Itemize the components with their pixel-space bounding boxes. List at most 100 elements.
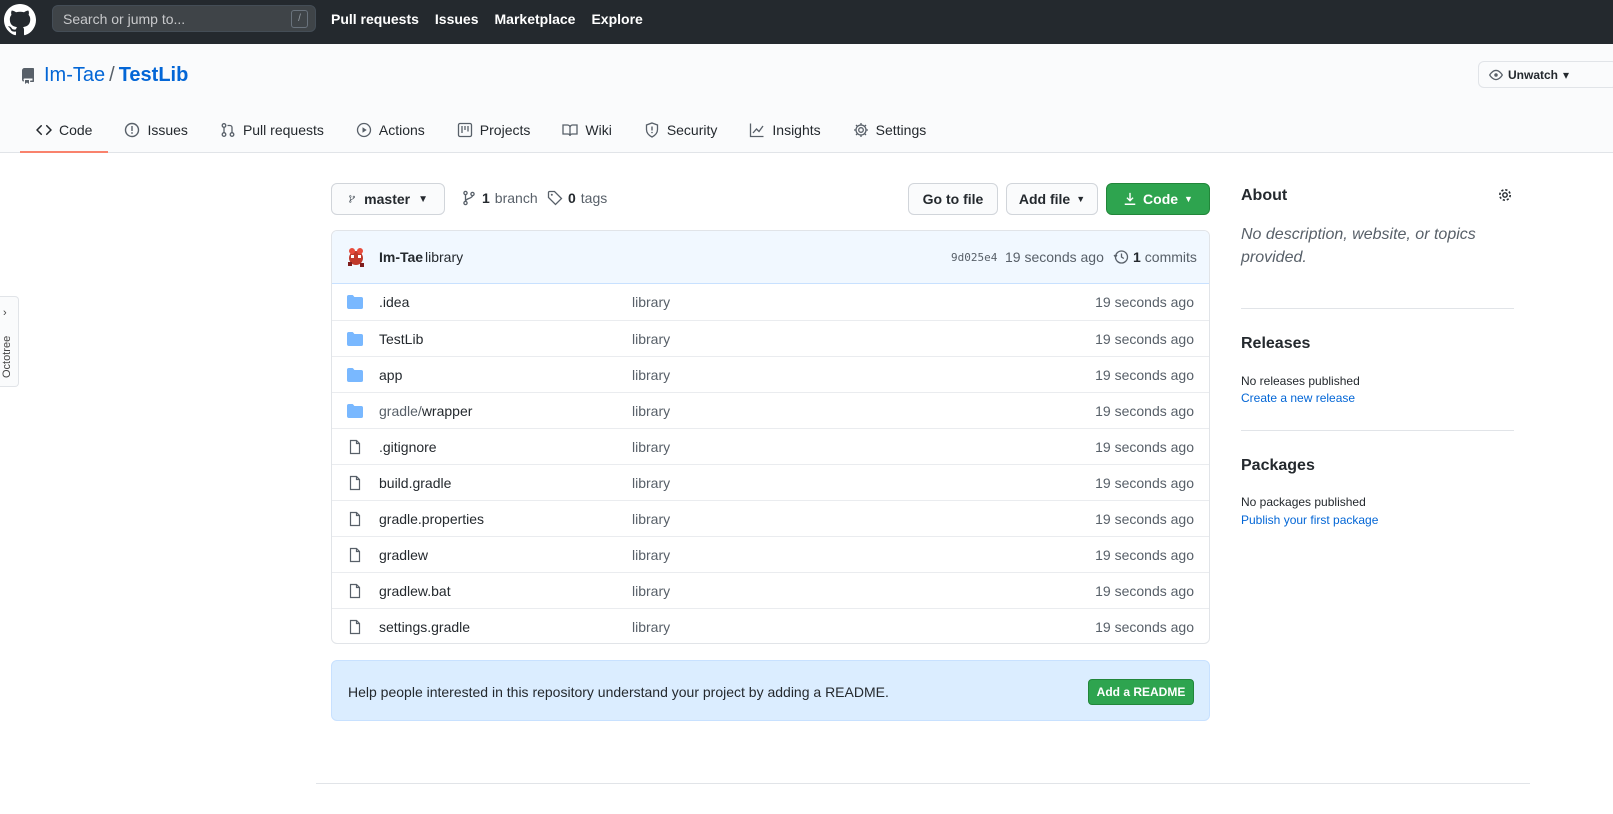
file-icon	[349, 619, 361, 635]
tab-label: Issues	[147, 121, 188, 138]
issue-icon	[125, 122, 140, 137]
file-name: settings.gradle	[379, 619, 471, 635]
commit-count: 1	[1133, 249, 1141, 265]
tab-settings[interactable]: Settings	[837, 108, 943, 153]
go-to-file-button[interactable]: Go to file	[908, 183, 998, 215]
commit-count-label: commits	[1144, 249, 1197, 265]
folder-icon	[347, 332, 363, 346]
file-name: app	[379, 367, 403, 383]
table-row[interactable]: .gitignore library 19 seconds ago	[332, 428, 1209, 464]
publish-package-link[interactable]: Publish your first package	[1241, 513, 1378, 527]
commit-message-link[interactable]: library	[425, 249, 463, 265]
play-icon	[356, 122, 372, 137]
tab-insights[interactable]: Insights	[733, 108, 836, 153]
file-icon	[349, 547, 361, 563]
file-commit-message-link[interactable]: library	[632, 439, 670, 455]
folder-icon	[347, 368, 363, 382]
file-name-link[interactable]: .idea	[379, 294, 409, 310]
file-path-prefix: gradle/	[379, 403, 422, 419]
footer-divider	[316, 783, 1530, 784]
branch-icon	[349, 195, 356, 203]
file-commit-message-link[interactable]: library	[632, 583, 670, 599]
file-name-link[interactable]: gradle.properties	[379, 511, 484, 527]
file-name-link[interactable]: gradlew	[379, 547, 428, 563]
tab-pull-requests[interactable]: Pull requests	[204, 108, 340, 153]
tab-label: Wiki	[585, 121, 612, 138]
table-row[interactable]: gradlew.bat library 19 seconds ago	[332, 572, 1209, 608]
table-row[interactable]: gradlew library 19 seconds ago	[332, 536, 1209, 572]
create-release-link[interactable]: Create a new release	[1241, 391, 1355, 405]
table-row[interactable]: gradle.properties library 19 seconds ago	[332, 500, 1209, 536]
file-name-link[interactable]: gradle/wrapper	[379, 403, 472, 419]
nav-marketplace[interactable]: Marketplace	[495, 11, 576, 27]
avatar[interactable]	[345, 245, 367, 269]
file-commit-message-link[interactable]: library	[632, 619, 670, 635]
file-name-link[interactable]: TestLib	[379, 331, 423, 347]
file-name-link[interactable]: settings.gradle	[379, 619, 470, 635]
nav-pull-requests[interactable]: Pull requests	[331, 11, 419, 27]
file-name-link[interactable]: gradlew.bat	[379, 583, 451, 599]
nav-issues[interactable]: Issues	[435, 11, 479, 27]
file-commit-message-link[interactable]: library	[632, 403, 670, 419]
file-commit-message-link[interactable]: library	[632, 475, 670, 491]
repo-name-link[interactable]: TestLib	[119, 64, 189, 87]
gear-icon[interactable]	[1497, 187, 1513, 203]
pull-request-icon	[221, 122, 235, 137]
file-name-link[interactable]: app	[379, 367, 402, 383]
tab-security[interactable]: Security	[628, 108, 734, 153]
table-row[interactable]: build.gradle library 19 seconds ago	[332, 464, 1209, 500]
tab-projects[interactable]: Projects	[441, 108, 547, 153]
file-commit-message-link[interactable]: library	[632, 547, 670, 563]
file-name-link[interactable]: .gitignore	[379, 439, 437, 455]
file-commit-message-link[interactable]: library	[632, 331, 670, 347]
releases-heading[interactable]: Releases	[1241, 335, 1310, 353]
about-heading: About	[1241, 187, 1288, 204]
file-icon	[349, 511, 361, 527]
file-name: .gitignore	[379, 439, 437, 455]
add-readme-button[interactable]: Add a README	[1088, 679, 1194, 705]
table-row[interactable]: app library 19 seconds ago	[332, 356, 1209, 392]
table-row[interactable]: .idea library 19 seconds ago	[332, 284, 1209, 320]
tab-wiki[interactable]: Wiki	[546, 108, 627, 153]
add-file-button[interactable]: Add file ▼	[1006, 183, 1098, 215]
file-commit-message-link[interactable]: library	[632, 511, 670, 527]
repo-tabs: Code Issues Pull requests Actions Projec…	[20, 108, 942, 153]
github-logo-icon[interactable]	[4, 4, 36, 36]
branch-select-button[interactable]: master ▼	[331, 183, 445, 215]
commit-author-link[interactable]: Im-Tae	[379, 249, 423, 265]
code-download-button[interactable]: Code ▼	[1106, 183, 1210, 215]
tab-code[interactable]: Code	[20, 108, 109, 153]
search-input[interactable]: Search or jump to... /	[52, 5, 316, 32]
nav-explore[interactable]: Explore	[591, 11, 642, 27]
tags-link[interactable]: 0 tags	[547, 190, 607, 206]
chevron-right-icon: ›	[3, 307, 7, 319]
commit-sha-link[interactable]: 9d025e4	[951, 251, 997, 264]
table-row[interactable]: gradle/wrapper library 19 seconds ago	[332, 392, 1209, 428]
branch-icon	[463, 190, 475, 206]
repo-owner-link[interactable]: Im-Tae	[44, 64, 105, 87]
sidebar-divider	[1241, 308, 1514, 309]
file-commit-message-link[interactable]: library	[632, 294, 670, 310]
tab-label: Code	[59, 121, 93, 138]
table-row[interactable]: settings.gradle library 19 seconds ago	[332, 608, 1209, 643]
tab-label: Projects	[479, 121, 531, 138]
global-header: Search or jump to... / Pull requests Iss…	[0, 0, 1613, 44]
file-rows: .idea library 19 seconds ago TestLib library…	[332, 284, 1209, 643]
octotree-toggle[interactable]: › Octotree	[0, 296, 19, 387]
about-description: No description, website, or topics provi…	[1241, 226, 1476, 266]
tab-label: Insights	[772, 121, 821, 138]
commits-history-link[interactable]: 1 commits	[1113, 249, 1197, 265]
code-label: Code	[1143, 191, 1179, 207]
file-name-link[interactable]: build.gradle	[379, 475, 451, 491]
unwatch-button[interactable]: Unwatch ▾	[1478, 61, 1613, 88]
packages-heading[interactable]: Packages	[1241, 457, 1315, 475]
file-commit-message-link[interactable]: library	[632, 367, 670, 383]
tab-actions[interactable]: Actions	[340, 108, 441, 153]
tab-label: Security	[666, 121, 718, 138]
tag-icon	[547, 190, 563, 206]
branches-link[interactable]: 1 branch	[461, 190, 538, 206]
search-shortcut-hint: /	[291, 10, 308, 28]
table-row[interactable]: TestLib library 19 seconds ago	[332, 320, 1209, 356]
caret-down-icon: ▾	[1563, 67, 1570, 82]
tab-issues[interactable]: Issues	[108, 108, 203, 153]
